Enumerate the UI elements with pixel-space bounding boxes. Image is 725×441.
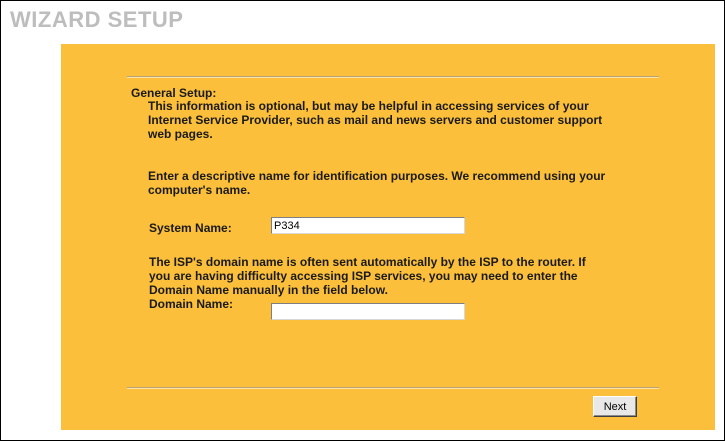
system-name-input[interactable] (271, 217, 465, 234)
intro-line: Internet Service Provider, such as mail … (148, 113, 603, 127)
section-heading: General Setup: (131, 86, 217, 100)
hint-line: you are having difficulty accessing ISP … (149, 269, 578, 283)
domain-name-label: Domain Name: (149, 297, 234, 311)
bottom-divider (127, 387, 659, 389)
system-name-hint: Enter a descriptive name for identificat… (148, 169, 668, 197)
domain-name-input[interactable] (271, 303, 465, 320)
domain-name-hint: The ISP's domain name is often sent auto… (149, 255, 669, 297)
hint-line: Enter a descriptive name for identificat… (148, 169, 606, 183)
top-divider (127, 76, 659, 78)
next-button[interactable]: Next (593, 396, 637, 417)
intro-line: web pages. (148, 127, 213, 141)
hint-line: computer's name. (148, 183, 251, 197)
hint-line: Domain Name manually in the field below. (149, 283, 388, 297)
hint-line: The ISP's domain name is often sent auto… (149, 255, 586, 269)
page-title: WIZARD SETUP (10, 7, 184, 32)
wizard-window: WIZARD SETUP General Setup: This informa… (0, 0, 725, 441)
intro-text: This information is optional, but may be… (148, 99, 668, 141)
system-name-label: System Name: (149, 221, 232, 235)
general-setup-panel: General Setup: This information is optio… (61, 44, 715, 430)
intro-line: This information is optional, but may be… (148, 99, 589, 113)
